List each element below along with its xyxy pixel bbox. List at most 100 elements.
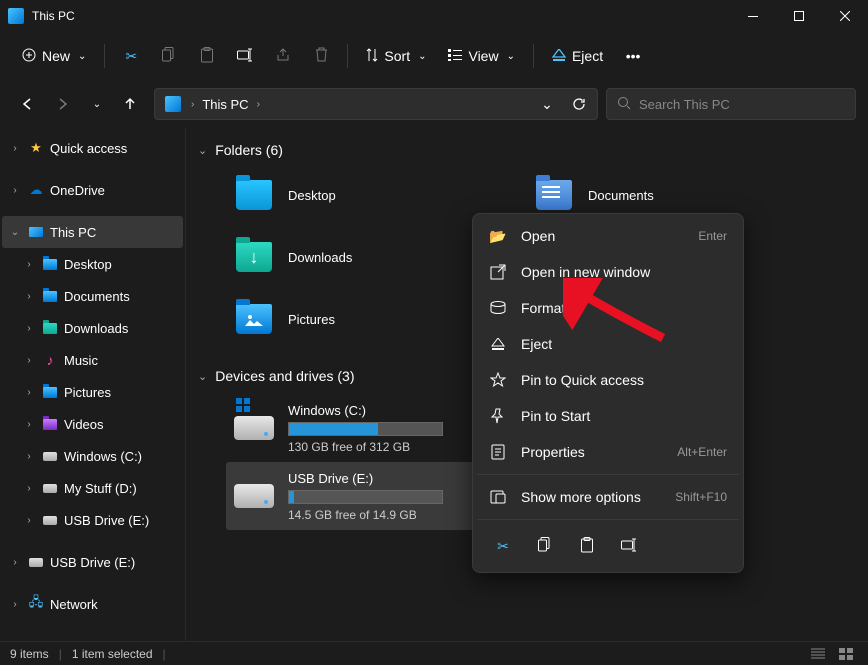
- folder-open-icon: 📂: [489, 227, 507, 245]
- more-icon: •••: [626, 48, 641, 64]
- status-item-count: 9 items: [10, 647, 49, 661]
- app-icon: [8, 8, 24, 24]
- search-box[interactable]: [606, 88, 856, 120]
- expand-icon[interactable]: ›: [8, 143, 22, 154]
- sidebar-item-network[interactable]: › 🖧 Network: [2, 588, 183, 620]
- close-button[interactable]: [822, 0, 868, 32]
- sidebar-item-windows-c[interactable]: › Windows (C:): [2, 440, 183, 472]
- recent-button[interactable]: ⌄: [80, 88, 112, 120]
- sort-button[interactable]: Sort ⌄: [356, 38, 436, 74]
- share-button[interactable]: [265, 38, 301, 74]
- expand-icon[interactable]: ›: [22, 323, 36, 334]
- expand-icon[interactable]: ›: [8, 599, 22, 610]
- network-icon: 🖧: [28, 596, 44, 612]
- ctx-open[interactable]: 📂 Open Enter: [477, 218, 739, 254]
- expand-icon[interactable]: ›: [22, 451, 36, 462]
- chevron-down-icon: ⌄: [418, 51, 426, 62]
- sidebar-item-pictures[interactable]: › Pictures: [2, 376, 183, 408]
- expand-icon[interactable]: ›: [22, 515, 36, 526]
- ctx-format[interactable]: Format...: [477, 290, 739, 326]
- ctx-copy-button[interactable]: [527, 528, 563, 564]
- chevron-down-icon: ⌄: [541, 96, 553, 113]
- rename-button[interactable]: [227, 38, 263, 74]
- minimize-button[interactable]: [730, 0, 776, 32]
- folder-desktop[interactable]: Desktop: [226, 168, 506, 222]
- sidebar-item-music[interactable]: › ♪ Music: [2, 344, 183, 376]
- back-button[interactable]: [12, 88, 44, 120]
- folder-icon: [42, 384, 58, 400]
- music-icon: ♪: [42, 352, 58, 368]
- sidebar-item-desktop[interactable]: › Desktop: [2, 248, 183, 280]
- sidebar-item-documents[interactable]: › Documents: [2, 280, 183, 312]
- drive-usb-e[interactable]: USB Drive (E:) 14.5 GB free of 14.9 GB: [226, 462, 476, 530]
- more-button[interactable]: •••: [615, 38, 651, 74]
- folder-downloads[interactable]: ↓ Downloads: [226, 230, 506, 284]
- folder-pictures[interactable]: Pictures: [226, 292, 506, 346]
- copy-icon: [538, 537, 552, 556]
- sidebar-item-onedrive[interactable]: › ☁ OneDrive: [2, 174, 183, 206]
- cut-button[interactable]: ✂: [113, 38, 149, 74]
- sidebar-item-my-stuff[interactable]: › My Stuff (D:): [2, 472, 183, 504]
- address-dropdown-button[interactable]: ⌄: [533, 90, 561, 118]
- chevron-right-icon[interactable]: ›: [253, 99, 264, 110]
- drive-icon: [28, 554, 44, 570]
- folder-icon: [42, 320, 58, 336]
- ctx-properties[interactable]: Properties Alt+Enter: [477, 434, 739, 470]
- separator: [477, 474, 739, 475]
- forward-button[interactable]: [46, 88, 78, 120]
- expand-icon[interactable]: ›: [22, 259, 36, 270]
- ctx-pin-start[interactable]: Pin to Start: [477, 398, 739, 434]
- chevron-down-icon: ⌄: [507, 51, 515, 62]
- expand-icon[interactable]: ›: [22, 483, 36, 494]
- ctx-open-new-window[interactable]: Open in new window: [477, 254, 739, 290]
- collapse-icon[interactable]: ⌄: [8, 227, 22, 238]
- navigation-row: ⌄ › This PC › ⌄: [0, 80, 868, 128]
- new-button[interactable]: New ⌄: [12, 38, 96, 74]
- sidebar-item-usb-drive[interactable]: › USB Drive (E:): [2, 504, 183, 536]
- expand-icon[interactable]: ›: [22, 355, 36, 366]
- expand-icon[interactable]: ›: [8, 185, 22, 196]
- view-button[interactable]: View ⌄: [438, 38, 524, 74]
- status-selection-count: 1 item selected: [72, 647, 153, 661]
- eject-icon: [552, 48, 566, 64]
- search-input[interactable]: [639, 97, 845, 112]
- folder-icon: ↓: [234, 237, 274, 277]
- up-button[interactable]: [114, 88, 146, 120]
- ctx-rename-button[interactable]: [611, 528, 647, 564]
- delete-button[interactable]: [303, 38, 339, 74]
- drive-icon: [42, 480, 58, 496]
- drive-usage-bar: [288, 490, 443, 504]
- ctx-pin-quick-access[interactable]: Pin to Quick access: [477, 362, 739, 398]
- chevron-right-icon[interactable]: ›: [187, 99, 198, 110]
- window-title: This PC: [32, 9, 730, 23]
- context-menu: 📂 Open Enter Open in new window Format..…: [472, 213, 744, 573]
- address-segment[interactable]: This PC: [198, 97, 252, 112]
- ctx-eject[interactable]: Eject: [477, 326, 739, 362]
- expand-icon[interactable]: ›: [22, 387, 36, 398]
- ctx-cut-button[interactable]: ✂: [485, 528, 521, 564]
- expand-icon[interactable]: ›: [8, 557, 22, 568]
- section-header-folders[interactable]: ⌄ Folders (6): [186, 136, 868, 164]
- sidebar-item-videos[interactable]: › Videos: [2, 408, 183, 440]
- expand-icon[interactable]: ›: [22, 419, 36, 430]
- sidebar-item-this-pc[interactable]: ⌄ This PC: [2, 216, 183, 248]
- address-bar[interactable]: › This PC › ⌄: [154, 88, 598, 120]
- pc-icon: [28, 224, 44, 240]
- copy-button[interactable]: [151, 38, 187, 74]
- paste-button[interactable]: [189, 38, 225, 74]
- refresh-button[interactable]: [565, 90, 593, 118]
- titlebar: This PC: [0, 0, 868, 32]
- sidebar-item-quick-access[interactable]: › ★ Quick access: [2, 132, 183, 164]
- ctx-show-more[interactable]: Show more options Shift+F10: [477, 479, 739, 515]
- maximize-button[interactable]: [776, 0, 822, 32]
- tiles-view-button[interactable]: [834, 644, 858, 664]
- expand-icon[interactable]: ›: [22, 291, 36, 302]
- folder-icon: [42, 256, 58, 272]
- details-view-button[interactable]: [806, 644, 830, 664]
- ctx-paste-button[interactable]: [569, 528, 605, 564]
- chevron-down-icon: ⌄: [198, 370, 207, 383]
- sidebar-item-downloads[interactable]: › Downloads: [2, 312, 183, 344]
- copy-icon: [162, 47, 176, 66]
- eject-button[interactable]: Eject: [542, 38, 613, 74]
- sidebar-item-usb-drive-root[interactable]: › USB Drive (E:): [2, 546, 183, 578]
